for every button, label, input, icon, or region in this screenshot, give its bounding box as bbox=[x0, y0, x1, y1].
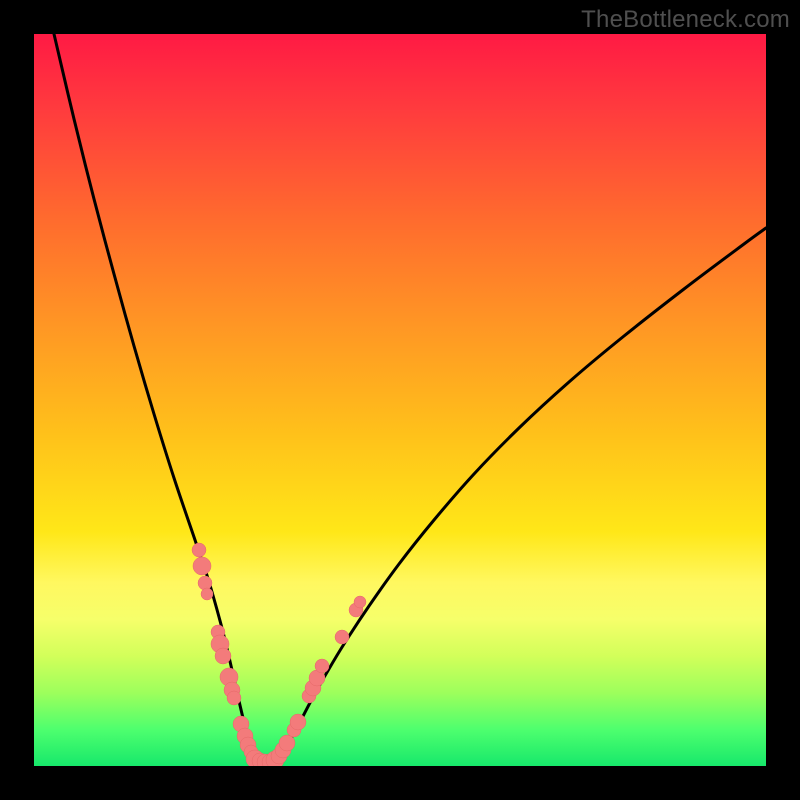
marker-group bbox=[192, 543, 366, 766]
series-valley-floor bbox=[256, 760, 276, 762]
data-point bbox=[220, 668, 238, 686]
data-point bbox=[266, 751, 284, 766]
data-point bbox=[211, 625, 225, 639]
data-point bbox=[290, 714, 306, 730]
data-point bbox=[201, 588, 213, 600]
data-point bbox=[335, 630, 349, 644]
chart-frame: TheBottleneck.com bbox=[0, 0, 800, 800]
data-point bbox=[227, 691, 241, 705]
data-point bbox=[215, 648, 231, 664]
watermark-text: TheBottleneck.com bbox=[581, 6, 790, 34]
data-point bbox=[305, 680, 321, 696]
data-point bbox=[287, 723, 301, 737]
data-point bbox=[244, 745, 258, 759]
data-point bbox=[237, 728, 253, 744]
data-point bbox=[302, 689, 316, 703]
data-point bbox=[262, 754, 278, 766]
data-point bbox=[257, 754, 273, 766]
data-point bbox=[354, 596, 366, 608]
data-point bbox=[193, 557, 211, 575]
data-point bbox=[279, 735, 295, 751]
chart-svg bbox=[34, 34, 766, 766]
data-point bbox=[211, 635, 229, 653]
data-point bbox=[240, 737, 256, 753]
data-point bbox=[233, 716, 249, 732]
data-point bbox=[246, 750, 264, 766]
data-point bbox=[315, 659, 329, 673]
data-point bbox=[309, 670, 325, 686]
data-point bbox=[252, 753, 268, 766]
data-point bbox=[349, 603, 363, 617]
data-point bbox=[198, 576, 212, 590]
plot-area bbox=[34, 34, 766, 766]
data-point bbox=[275, 742, 291, 758]
curve-group bbox=[54, 34, 766, 762]
data-point bbox=[224, 682, 240, 698]
data-point bbox=[271, 748, 287, 764]
series-left-branch bbox=[54, 34, 256, 760]
data-point bbox=[192, 543, 206, 557]
series-right-branch bbox=[276, 228, 766, 760]
